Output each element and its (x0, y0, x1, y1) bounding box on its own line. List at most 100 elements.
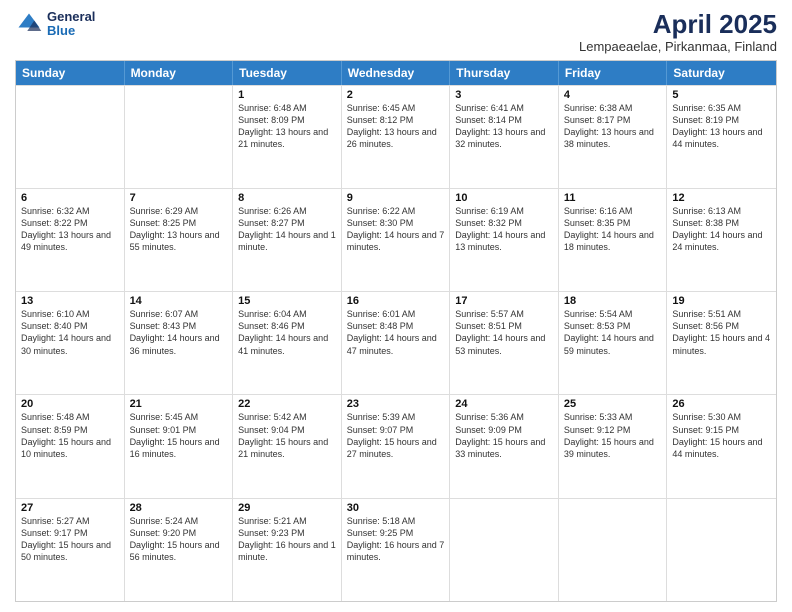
day-info: Sunrise: 5:54 AM Sunset: 8:53 PM Dayligh… (564, 308, 662, 357)
day-info: Sunrise: 6:22 AM Sunset: 8:30 PM Dayligh… (347, 205, 445, 254)
day-header-tuesday: Tuesday (233, 61, 342, 85)
day-info: Sunrise: 5:21 AM Sunset: 9:23 PM Dayligh… (238, 515, 336, 564)
day-number: 14 (130, 295, 228, 307)
day-number: 29 (238, 502, 336, 514)
subtitle: Lempaeaelae, Pirkanmaa, Finland (579, 39, 777, 54)
calendar-body: 1Sunrise: 6:48 AM Sunset: 8:09 PM Daylig… (16, 85, 776, 601)
day-info: Sunrise: 6:04 AM Sunset: 8:46 PM Dayligh… (238, 308, 336, 357)
day-info: Sunrise: 6:48 AM Sunset: 8:09 PM Dayligh… (238, 102, 336, 151)
day-cell-16: 16Sunrise: 6:01 AM Sunset: 8:48 PM Dayli… (342, 292, 451, 394)
day-cell-27: 27Sunrise: 5:27 AM Sunset: 9:17 PM Dayli… (16, 499, 125, 601)
day-number: 17 (455, 295, 553, 307)
day-info: Sunrise: 6:29 AM Sunset: 8:25 PM Dayligh… (130, 205, 228, 254)
day-cell-11: 11Sunrise: 6:16 AM Sunset: 8:35 PM Dayli… (559, 189, 668, 291)
day-cell-4: 4Sunrise: 6:38 AM Sunset: 8:17 PM Daylig… (559, 86, 668, 188)
day-cell-17: 17Sunrise: 5:57 AM Sunset: 8:51 PM Dayli… (450, 292, 559, 394)
day-cell-1: 1Sunrise: 6:48 AM Sunset: 8:09 PM Daylig… (233, 86, 342, 188)
day-number: 1 (238, 89, 336, 101)
calendar-header-row: SundayMondayTuesdayWednesdayThursdayFrid… (16, 61, 776, 85)
day-number: 2 (347, 89, 445, 101)
day-number: 28 (130, 502, 228, 514)
day-cell-7: 7Sunrise: 6:29 AM Sunset: 8:25 PM Daylig… (125, 189, 234, 291)
day-number: 11 (564, 192, 662, 204)
day-info: Sunrise: 6:16 AM Sunset: 8:35 PM Dayligh… (564, 205, 662, 254)
day-header-thursday: Thursday (450, 61, 559, 85)
day-cell-15: 15Sunrise: 6:04 AM Sunset: 8:46 PM Dayli… (233, 292, 342, 394)
day-number: 12 (672, 192, 771, 204)
day-info: Sunrise: 5:24 AM Sunset: 9:20 PM Dayligh… (130, 515, 228, 564)
day-header-saturday: Saturday (667, 61, 776, 85)
day-cell-20: 20Sunrise: 5:48 AM Sunset: 8:59 PM Dayli… (16, 395, 125, 497)
day-number: 13 (21, 295, 119, 307)
day-number: 4 (564, 89, 662, 101)
day-number: 6 (21, 192, 119, 204)
day-info: Sunrise: 5:27 AM Sunset: 9:17 PM Dayligh… (21, 515, 119, 564)
logo-text: General Blue (47, 10, 95, 39)
day-number: 15 (238, 295, 336, 307)
week-row-5: 27Sunrise: 5:27 AM Sunset: 9:17 PM Dayli… (16, 498, 776, 601)
day-info: Sunrise: 5:33 AM Sunset: 9:12 PM Dayligh… (564, 411, 662, 460)
day-number: 5 (672, 89, 771, 101)
day-number: 16 (347, 295, 445, 307)
title-block: April 2025 Lempaeaelae, Pirkanmaa, Finla… (579, 10, 777, 54)
logo-general: General (47, 10, 95, 24)
day-number: 21 (130, 398, 228, 410)
day-cell-10: 10Sunrise: 6:19 AM Sunset: 8:32 PM Dayli… (450, 189, 559, 291)
day-number: 8 (238, 192, 336, 204)
calendar: SundayMondayTuesdayWednesdayThursdayFrid… (15, 60, 777, 602)
week-row-1: 1Sunrise: 6:48 AM Sunset: 8:09 PM Daylig… (16, 85, 776, 188)
day-cell-3: 3Sunrise: 6:41 AM Sunset: 8:14 PM Daylig… (450, 86, 559, 188)
logo-blue: Blue (47, 24, 95, 38)
empty-cell (559, 499, 668, 601)
day-info: Sunrise: 5:48 AM Sunset: 8:59 PM Dayligh… (21, 411, 119, 460)
day-info: Sunrise: 6:45 AM Sunset: 8:12 PM Dayligh… (347, 102, 445, 151)
day-cell-26: 26Sunrise: 5:30 AM Sunset: 9:15 PM Dayli… (667, 395, 776, 497)
day-info: Sunrise: 5:51 AM Sunset: 8:56 PM Dayligh… (672, 308, 771, 357)
day-number: 10 (455, 192, 553, 204)
day-number: 20 (21, 398, 119, 410)
empty-cell (450, 499, 559, 601)
day-info: Sunrise: 6:19 AM Sunset: 8:32 PM Dayligh… (455, 205, 553, 254)
day-number: 7 (130, 192, 228, 204)
day-number: 25 (564, 398, 662, 410)
day-info: Sunrise: 6:10 AM Sunset: 8:40 PM Dayligh… (21, 308, 119, 357)
day-number: 18 (564, 295, 662, 307)
day-info: Sunrise: 5:45 AM Sunset: 9:01 PM Dayligh… (130, 411, 228, 460)
day-header-monday: Monday (125, 61, 234, 85)
day-number: 26 (672, 398, 771, 410)
day-cell-13: 13Sunrise: 6:10 AM Sunset: 8:40 PM Dayli… (16, 292, 125, 394)
day-info: Sunrise: 5:57 AM Sunset: 8:51 PM Dayligh… (455, 308, 553, 357)
logo: General Blue (15, 10, 95, 39)
day-cell-14: 14Sunrise: 6:07 AM Sunset: 8:43 PM Dayli… (125, 292, 234, 394)
day-info: Sunrise: 6:41 AM Sunset: 8:14 PM Dayligh… (455, 102, 553, 151)
day-number: 3 (455, 89, 553, 101)
day-info: Sunrise: 6:01 AM Sunset: 8:48 PM Dayligh… (347, 308, 445, 357)
day-cell-24: 24Sunrise: 5:36 AM Sunset: 9:09 PM Dayli… (450, 395, 559, 497)
day-cell-6: 6Sunrise: 6:32 AM Sunset: 8:22 PM Daylig… (16, 189, 125, 291)
day-cell-28: 28Sunrise: 5:24 AM Sunset: 9:20 PM Dayli… (125, 499, 234, 601)
empty-cell (667, 499, 776, 601)
day-cell-23: 23Sunrise: 5:39 AM Sunset: 9:07 PM Dayli… (342, 395, 451, 497)
day-info: Sunrise: 5:42 AM Sunset: 9:04 PM Dayligh… (238, 411, 336, 460)
day-header-friday: Friday (559, 61, 668, 85)
day-cell-18: 18Sunrise: 5:54 AM Sunset: 8:53 PM Dayli… (559, 292, 668, 394)
day-header-sunday: Sunday (16, 61, 125, 85)
page-title: April 2025 (579, 10, 777, 39)
day-info: Sunrise: 5:18 AM Sunset: 9:25 PM Dayligh… (347, 515, 445, 564)
day-info: Sunrise: 5:36 AM Sunset: 9:09 PM Dayligh… (455, 411, 553, 460)
day-info: Sunrise: 5:30 AM Sunset: 9:15 PM Dayligh… (672, 411, 771, 460)
day-number: 19 (672, 295, 771, 307)
day-info: Sunrise: 6:07 AM Sunset: 8:43 PM Dayligh… (130, 308, 228, 357)
week-row-2: 6Sunrise: 6:32 AM Sunset: 8:22 PM Daylig… (16, 188, 776, 291)
day-info: Sunrise: 6:26 AM Sunset: 8:27 PM Dayligh… (238, 205, 336, 254)
day-info: Sunrise: 5:39 AM Sunset: 9:07 PM Dayligh… (347, 411, 445, 460)
page: General Blue April 2025 Lempaeaelae, Pir… (0, 0, 792, 612)
week-row-4: 20Sunrise: 5:48 AM Sunset: 8:59 PM Dayli… (16, 394, 776, 497)
day-info: Sunrise: 6:38 AM Sunset: 8:17 PM Dayligh… (564, 102, 662, 151)
day-cell-9: 9Sunrise: 6:22 AM Sunset: 8:30 PM Daylig… (342, 189, 451, 291)
empty-cell (16, 86, 125, 188)
day-cell-8: 8Sunrise: 6:26 AM Sunset: 8:27 PM Daylig… (233, 189, 342, 291)
day-number: 23 (347, 398, 445, 410)
day-cell-22: 22Sunrise: 5:42 AM Sunset: 9:04 PM Dayli… (233, 395, 342, 497)
day-cell-30: 30Sunrise: 5:18 AM Sunset: 9:25 PM Dayli… (342, 499, 451, 601)
